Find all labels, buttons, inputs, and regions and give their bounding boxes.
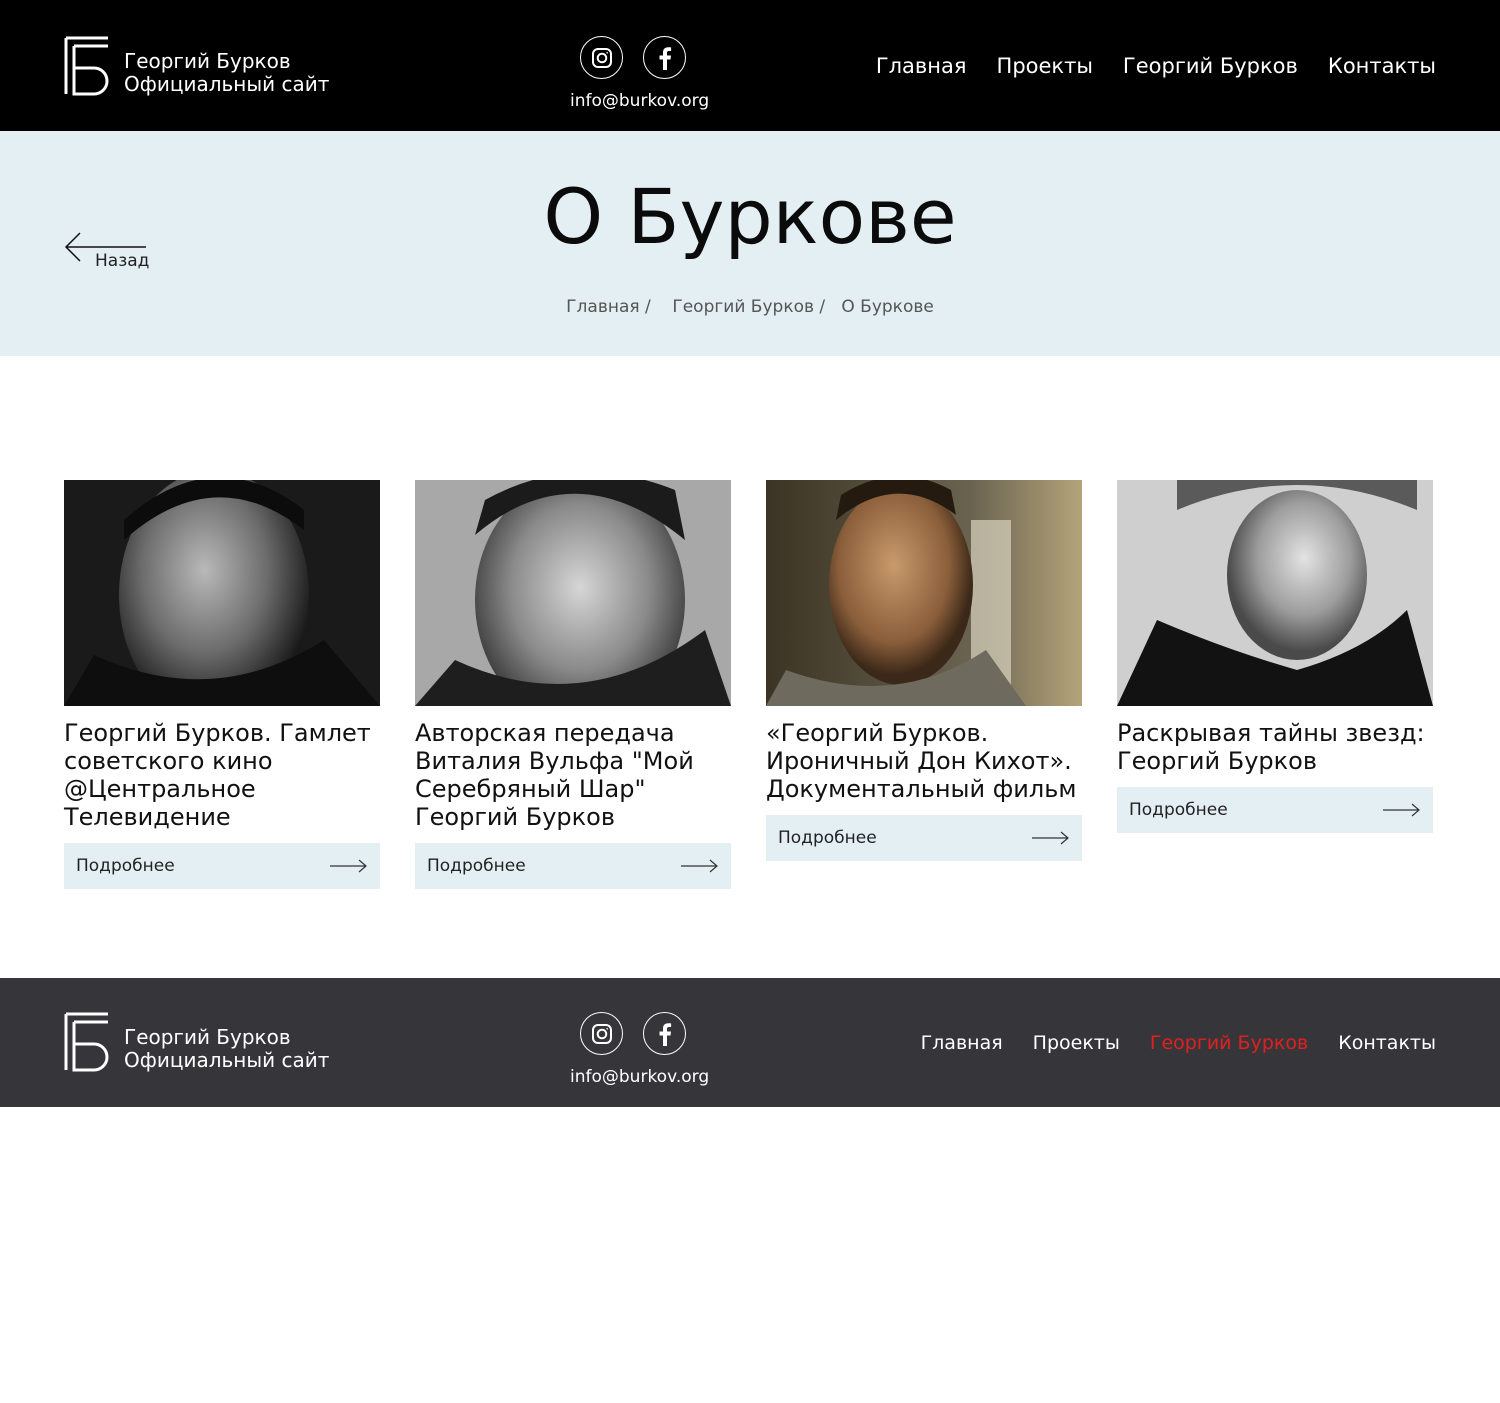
footer-nav: Главная Проекты Георгий Бурков Контакты — [921, 1032, 1436, 1054]
more-label: Подробнее — [778, 828, 877, 848]
logo-mark-icon — [64, 36, 109, 96]
page-title: О Буркове — [543, 172, 957, 261]
arrow-right-icon — [681, 859, 718, 873]
breadcrumb-current: О Буркове — [841, 297, 934, 317]
breadcrumb-burkov[interactable]: Георгий Бурков / — [672, 297, 825, 317]
more-button[interactable]: Подробнее — [1117, 787, 1433, 833]
video-cards: Георгий Бурков. Гамлет советского кино @… — [64, 480, 1436, 889]
card-title[interactable]: «Георгий Бурков. Ироничный Дон Кихот». Д… — [766, 719, 1082, 803]
card-title[interactable]: Раскрывая тайны звезд: Георгий Бурков — [1117, 719, 1433, 775]
arrow-right-icon — [330, 859, 367, 873]
card-title[interactable]: Авторская передача Виталия Вульфа "Мой С… — [415, 719, 731, 831]
logo-mark-icon — [64, 1012, 109, 1072]
footer-nav-link-contacts[interactable]: Контакты — [1338, 1032, 1436, 1054]
nav-link-contacts[interactable]: Контакты — [1328, 54, 1436, 78]
breadcrumb-home[interactable]: Главная / — [566, 297, 651, 317]
footer-nav-link-projects[interactable]: Проекты — [1033, 1032, 1120, 1054]
card-title[interactable]: Георгий Бурков. Гамлет советского кино @… — [64, 719, 380, 831]
card: Раскрывая тайны звезд: Георгий Бурков По… — [1117, 480, 1433, 889]
footer-email[interactable]: info@burkov.org — [570, 1067, 709, 1087]
header-email[interactable]: info@burkov.org — [570, 91, 709, 111]
footer-logo[interactable]: Георгий Бурков Официальный сайт — [64, 1012, 329, 1072]
breadcrumb: Главная / Георгий Бурков / О Буркове — [0, 297, 1500, 317]
footer-logo-line1: Георгий Бурков — [124, 1025, 291, 1049]
nav-link-burkov[interactable]: Георгий Бурков — [1123, 54, 1298, 78]
card: «Георгий Бурков. Ироничный Дон Кихот». Д… — [766, 480, 1082, 889]
more-label: Подробнее — [1129, 800, 1228, 820]
logo[interactable]: Георгий Бурков Официальный сайт — [64, 36, 329, 96]
facebook-icon[interactable] — [643, 1012, 686, 1055]
nav-link-projects[interactable]: Проекты — [997, 54, 1093, 78]
page-hero: Назад О Буркове Главная / Георгий Бурков… — [0, 131, 1500, 356]
logo-line2: Официальный сайт — [124, 72, 330, 96]
instagram-icon[interactable] — [580, 1012, 623, 1055]
card: Авторская передача Виталия Вульфа "Мой С… — [415, 480, 731, 889]
facebook-icon[interactable] — [643, 36, 686, 79]
card-photo[interactable] — [415, 480, 731, 706]
instagram-icon[interactable] — [580, 36, 623, 79]
logo-text: Георгий Бурков Официальный сайт — [124, 50, 329, 96]
card-photo[interactable] — [1117, 480, 1433, 706]
more-label: Подробнее — [76, 856, 175, 876]
more-button[interactable]: Подробнее — [415, 843, 731, 889]
footer-logo-line2: Официальный сайт — [124, 1048, 330, 1072]
card: Георгий Бурков. Гамлет советского кино @… — [64, 480, 380, 889]
card-photo[interactable] — [766, 480, 1082, 706]
more-button[interactable]: Подробнее — [64, 843, 380, 889]
nav-link-home[interactable]: Главная — [876, 54, 967, 78]
footer-nav-link-burkov[interactable]: Георгий Бурков — [1150, 1032, 1308, 1054]
footer-nav-link-home[interactable]: Главная — [921, 1032, 1003, 1054]
card-photo[interactable] — [64, 480, 380, 706]
page: Георгий Бурков Официальный сайт info@bur… — [0, 0, 1500, 1403]
logo-line1: Георгий Бурков — [124, 49, 291, 73]
more-label: Подробнее — [427, 856, 526, 876]
site-header: Георгий Бурков Официальный сайт info@bur… — [0, 0, 1500, 131]
footer-social: info@burkov.org — [570, 1012, 709, 1087]
header-nav: Главная Проекты Георгий Бурков Контакты — [876, 54, 1436, 78]
site-footer: Георгий Бурков Официальный сайт info@bur… — [0, 978, 1500, 1107]
footer-logo-text: Георгий Бурков Официальный сайт — [124, 1026, 329, 1072]
more-button[interactable]: Подробнее — [766, 815, 1082, 861]
arrow-right-icon — [1383, 803, 1420, 817]
header-social: info@burkov.org — [570, 36, 709, 111]
arrow-right-icon — [1032, 831, 1069, 845]
